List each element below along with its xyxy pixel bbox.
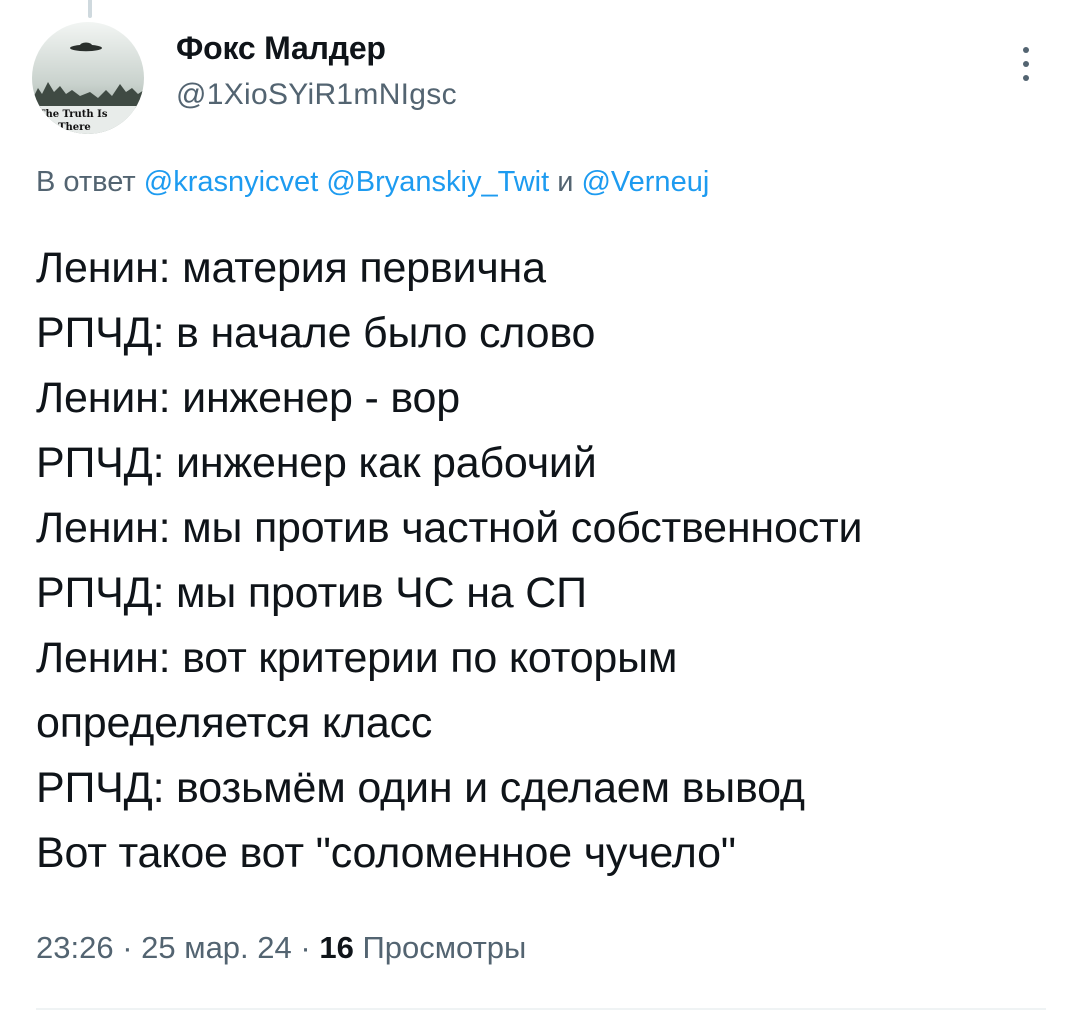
avatar-caption-2: Out There (34, 122, 91, 133)
thread-connector-line (88, 0, 92, 18)
tweet-time: 23:26 (36, 930, 114, 965)
tweet-text-line: РПЧД: мы против ЧС на СП (36, 569, 587, 617)
reply-context: В ответ @krasnyicvet @Bryanskiy_Twit и @… (36, 166, 709, 199)
tweet-text-line: Ленин: инженер - вор (36, 374, 460, 422)
views-link[interactable]: 16 Просмотры (319, 930, 526, 965)
tweet-time-link[interactable]: 23:26 · 25 мар. 24 (36, 930, 292, 965)
tweet-text-line: РПЧД: инженер как рабочий (36, 439, 597, 487)
author-display-name[interactable]: Фокс Малдер (176, 30, 386, 67)
tweet-text-line: РПЧД: в начале было слово (36, 309, 596, 357)
tweet-text-line: Ленин: мы против частной собственности (36, 504, 863, 552)
avatar-caption-1: The Truth Is (38, 109, 108, 120)
mention-link[interactable]: @Bryanskiy_Twit (326, 166, 549, 198)
tweet-text-line: определяется класс (36, 699, 433, 747)
tweet-text: Ленин: материя первична РПЧД: в начале б… (36, 236, 1046, 886)
tweet-text-line: Вот такое вот "соломенное чучело" (36, 829, 736, 877)
more-options-button[interactable] (1008, 42, 1044, 86)
author-handle[interactable]: @1XioSYiR1mNIgsc (176, 78, 457, 112)
more-vertical-icon (1023, 47, 1029, 53)
tweet-meta: 23:26 · 25 мар. 24 · 16 Просмотры (36, 930, 526, 966)
meta-separator: · (300, 930, 311, 965)
mention-link[interactable]: @krasnyicvet (144, 166, 318, 198)
tweet-text-line: РПЧД: возьмём один и сделаем вывод (36, 764, 805, 812)
views-label: Просмотры (362, 930, 527, 965)
divider (36, 1008, 1046, 1010)
reply-prefix: В ответ (36, 166, 136, 198)
views-count: 16 (319, 930, 354, 965)
tweet-date: 25 мар. 24 (141, 930, 292, 965)
reply-conjunction: и (557, 166, 574, 198)
tweet-text-line: Ленин: материя первична (36, 244, 546, 292)
meta-separator: · (122, 930, 133, 965)
ufo-avatar-image: The Truth Is Out There (32, 22, 144, 134)
mention-link[interactable]: @Verneuj (581, 166, 709, 198)
tweet-text-line: Ленин: вот критерии по которым (36, 634, 678, 682)
author-avatar[interactable]: The Truth Is Out There (32, 22, 144, 134)
